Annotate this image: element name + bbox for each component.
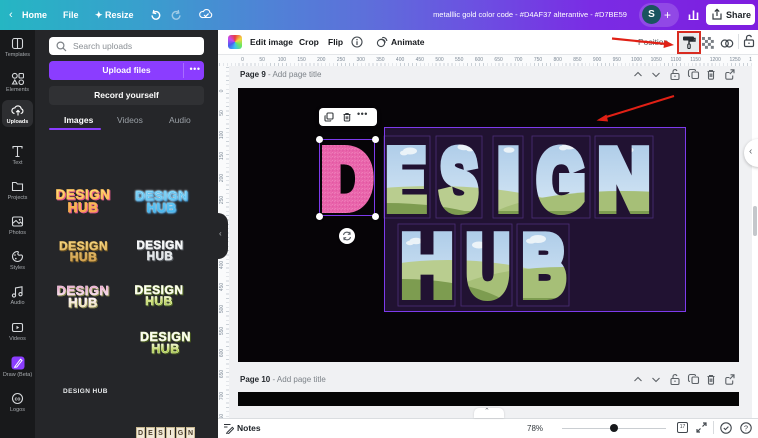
svg-text:?: ?: [744, 424, 748, 433]
svg-text:co: co: [15, 396, 21, 402]
